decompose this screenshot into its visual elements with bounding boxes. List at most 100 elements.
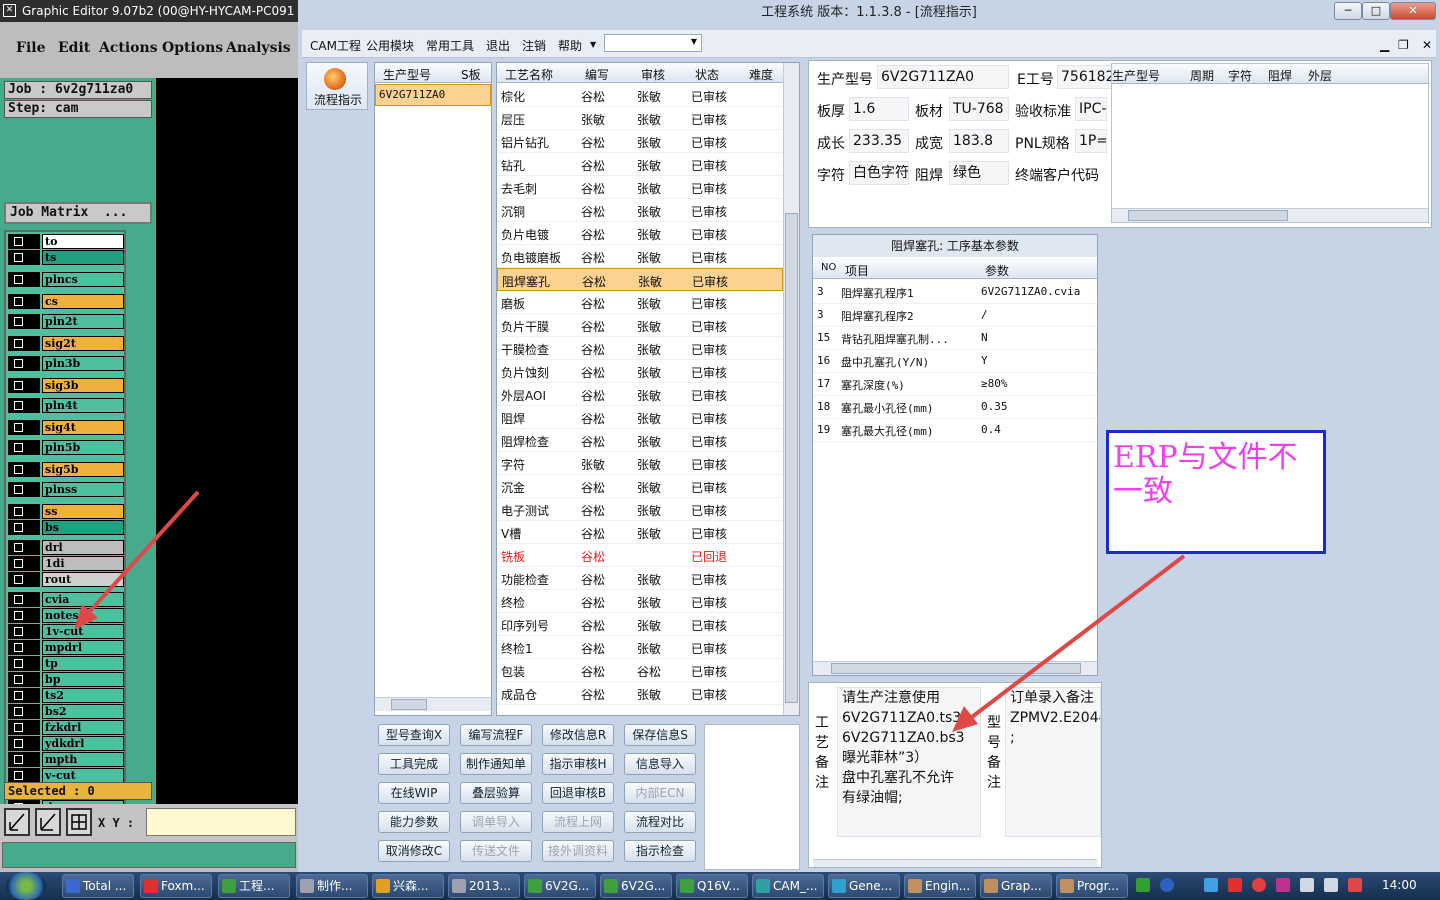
- layer-checkbox[interactable]: [8, 688, 40, 703]
- char-value[interactable]: 白色字符: [849, 161, 909, 185]
- table-row[interactable]: 成品仓 谷松 张敏 已审核: [497, 682, 783, 705]
- nav-flow-indicator[interactable]: 流程指示: [306, 62, 368, 110]
- tray-app-icon[interactable]: [1136, 878, 1150, 892]
- layer-row[interactable]: bs2: [8, 704, 126, 719]
- table-row[interactable]: 阻焊 谷松 张敏 已审核: [497, 406, 783, 429]
- mask-value[interactable]: 绿色: [949, 161, 1009, 185]
- layer-name[interactable]: sig4t: [42, 420, 124, 435]
- monitor-icon[interactable]: [1300, 878, 1314, 892]
- layer-checkbox[interactable]: [8, 768, 40, 783]
- grid-icon[interactable]: [66, 808, 92, 836]
- table-row[interactable]: 阻焊检查 谷松 张敏 已审核: [497, 429, 783, 452]
- mdi-minimize-icon[interactable]: ▁: [1380, 38, 1389, 52]
- tray-browser-icon[interactable]: [1252, 878, 1266, 892]
- layer-row[interactable]: sig3b: [8, 378, 126, 393]
- table-row[interactable]: 铣板 谷松 已回退: [497, 544, 783, 567]
- menu-options[interactable]: Options: [162, 40, 223, 56]
- layer-name[interactable]: ydkdrl: [42, 736, 124, 751]
- layer-checkbox[interactable]: [8, 656, 40, 671]
- layer-name[interactable]: mpth: [42, 752, 124, 767]
- help-icon[interactable]: [1160, 878, 1174, 892]
- layer-row[interactable]: mpdrl: [8, 640, 126, 655]
- layer-row[interactable]: ts2: [8, 688, 126, 703]
- maximize-button[interactable]: □: [1362, 2, 1390, 20]
- param-row[interactable]: 3 阻焊塞孔程序2 /: [813, 304, 1097, 327]
- layer-checkbox[interactable]: [8, 720, 40, 735]
- layer-row[interactable]: pln2t: [8, 314, 126, 329]
- table-row[interactable]: 负片蚀刻 谷松 张敏 已审核: [497, 360, 783, 383]
- width-value[interactable]: 183.8: [949, 129, 1009, 153]
- action-button[interactable]: 保存信息S: [624, 724, 696, 746]
- layer-checkbox[interactable]: [8, 624, 40, 639]
- flag-icon[interactable]: [1348, 878, 1362, 892]
- action-button[interactable]: 流程上网: [542, 811, 614, 833]
- menu-edit[interactable]: Edit: [58, 40, 90, 56]
- layer-checkbox[interactable]: [8, 234, 40, 249]
- action-button[interactable]: 信息导入: [624, 753, 696, 775]
- action-button[interactable]: 修改信息R: [542, 724, 614, 746]
- taskbar-item[interactable]: 兴森...: [372, 874, 444, 898]
- table-row[interactable]: 铝片钻孔 谷松 张敏 已审核: [497, 130, 783, 153]
- model-value[interactable]: 6V2G711ZA0: [877, 65, 1009, 89]
- param-row[interactable]: 17 塞孔深度(%) ≥80%: [813, 373, 1097, 396]
- layer-name[interactable]: v-cut: [42, 768, 124, 783]
- table-row[interactable]: 阻焊塞孔 谷松 张敏 已审核: [497, 268, 783, 291]
- start-button[interactable]: [6, 872, 46, 900]
- action-button[interactable]: 能力参数: [378, 811, 450, 833]
- graphics-canvas[interactable]: [156, 78, 298, 804]
- layer-name[interactable]: sig3b: [42, 378, 124, 393]
- layer-name[interactable]: pln3b: [42, 356, 124, 371]
- model-row[interactable]: 6V2G711ZA0: [375, 84, 491, 106]
- table-row[interactable]: 负片电镀 谷松 张敏 已审核: [497, 222, 783, 245]
- layer-row[interactable]: pln5b: [8, 440, 126, 455]
- menu-file[interactable]: File: [16, 40, 45, 56]
- action-button[interactable]: 调单导入: [460, 811, 532, 833]
- layer-name[interactable]: ts2: [42, 688, 124, 703]
- layer-checkbox[interactable]: [8, 272, 40, 287]
- layer-checkbox[interactable]: [8, 482, 40, 497]
- layer-name[interactable]: mpdrl: [42, 640, 124, 655]
- action-button[interactable]: 工具完成: [378, 753, 450, 775]
- action-button[interactable]: 接外调资料: [542, 840, 614, 862]
- thickness-value[interactable]: 1.6: [849, 97, 909, 121]
- layer-name[interactable]: sig5b: [42, 462, 124, 477]
- taskbar-item[interactable]: 6V2G...: [600, 874, 672, 898]
- param-row[interactable]: 18 塞孔最小孔径(mm) 0.35: [813, 396, 1097, 419]
- layer-checkbox[interactable]: [8, 398, 40, 413]
- layer-checkbox[interactable]: [8, 356, 40, 371]
- layer-checkbox[interactable]: [8, 540, 40, 555]
- layer-name[interactable]: fzkdrl: [42, 720, 124, 735]
- xy-coordinate-input[interactable]: [146, 808, 296, 836]
- pnl-value[interactable]: 1P=4: [1075, 129, 1107, 153]
- tray-security-icon[interactable]: [1228, 878, 1242, 892]
- layer-checkbox[interactable]: [8, 520, 40, 535]
- taskbar-item[interactable]: CAM_...: [752, 874, 824, 898]
- taskbar-item[interactable]: Foxm...: [140, 874, 212, 898]
- mdi-close-icon[interactable]: ✕: [1422, 38, 1432, 52]
- layer-row[interactable]: fzkdrl: [8, 720, 126, 735]
- layer-row[interactable]: plncs: [8, 272, 126, 287]
- layer-checkbox[interactable]: [8, 336, 40, 351]
- param-row[interactable]: 3 阻焊塞孔程序1 6V2G711ZA0.cvia: [813, 281, 1097, 304]
- taskbar-item[interactable]: Grap...: [980, 874, 1052, 898]
- chevron-down-icon[interactable]: ▼: [590, 40, 596, 49]
- menu-exit[interactable]: 退出: [486, 37, 510, 54]
- layer-checkbox[interactable]: [8, 250, 40, 265]
- taskbar-item[interactable]: 制作...: [296, 874, 368, 898]
- action-button[interactable]: 型号查询X: [378, 724, 450, 746]
- layer-name[interactable]: cs: [42, 294, 124, 309]
- taskbar-item[interactable]: Gene...: [828, 874, 900, 898]
- length-value[interactable]: 233.35: [849, 129, 909, 153]
- material-value[interactable]: TU-768: [949, 97, 1009, 121]
- taskbar-item[interactable]: Total ...: [62, 874, 134, 898]
- taskbar-item[interactable]: Q16V...: [676, 874, 748, 898]
- layer-name[interactable]: sig2t: [42, 336, 124, 351]
- param-row[interactable]: 15 背钻孔阻焊塞孔制... N: [813, 327, 1097, 350]
- table-row[interactable]: 负片干膜 谷松 张敏 已审核: [497, 314, 783, 337]
- layer-row[interactable]: cs: [8, 294, 126, 309]
- action-button[interactable]: 流程对比: [624, 811, 696, 833]
- layer-row[interactable]: pln4t: [8, 398, 126, 413]
- table-row[interactable]: 包装 谷松 谷松 已审核: [497, 659, 783, 682]
- taskbar-item[interactable]: 2013...: [448, 874, 520, 898]
- taskbar-item[interactable]: Progr...: [1056, 874, 1128, 898]
